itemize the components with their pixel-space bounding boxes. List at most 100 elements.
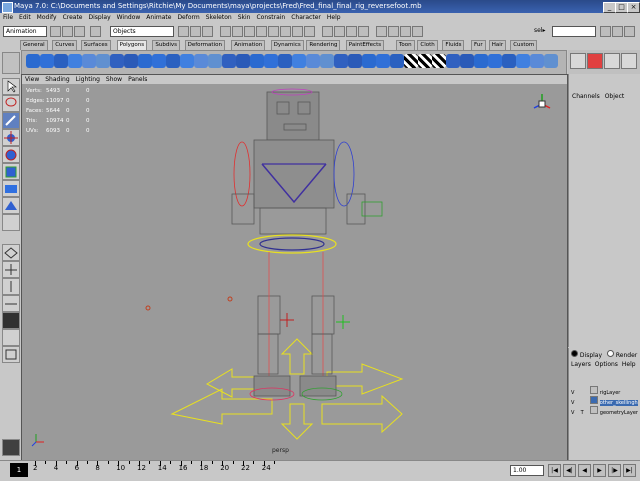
menu-help[interactable]: Help xyxy=(324,13,344,23)
menu-display[interactable]: Display xyxy=(86,13,114,23)
menu-modify[interactable]: Modify xyxy=(34,13,60,23)
select-dynamics-icon[interactable] xyxy=(280,26,291,37)
select-curves-icon[interactable] xyxy=(244,26,255,37)
layer-visibility-toggle[interactable]: V xyxy=(571,409,579,418)
save-scene-icon[interactable] xyxy=(74,26,85,37)
current-time-field[interactable]: 1.00 xyxy=(510,465,544,476)
menu-deform[interactable]: Deform xyxy=(174,13,202,23)
combine-icon[interactable] xyxy=(194,54,208,68)
select-by-type-icon[interactable] xyxy=(220,26,231,37)
poly-soccer-ball-icon[interactable] xyxy=(166,54,180,68)
menu-character[interactable]: Character xyxy=(288,13,324,23)
shelf-tab-dynamics[interactable]: Dynamics xyxy=(270,40,304,50)
extrude-icon[interactable] xyxy=(236,54,250,68)
shelf-tab-fur[interactable]: Fur xyxy=(471,40,486,50)
layer-row[interactable]: V T geometryLayer xyxy=(571,406,640,418)
shelf-tab-toon[interactable]: Toon xyxy=(396,40,415,50)
time-slider[interactable]: 1 2 4 6 8 10 12 14 16 18 20 22 24 1.00 |◀ ◀| ◀ ▶ |▶ ▶| xyxy=(0,460,640,481)
channels-menu[interactable]: Channels xyxy=(569,93,603,100)
snap-curve-icon[interactable] xyxy=(334,26,345,37)
layer-row[interactable]: V rigLayer xyxy=(571,386,640,396)
object-menu[interactable]: Object xyxy=(605,93,625,100)
show-manipulator-icon[interactable] xyxy=(2,197,20,214)
smooth-icon[interactable] xyxy=(222,54,236,68)
select-deformers-icon[interactable] xyxy=(268,26,279,37)
object-mode-icon[interactable] xyxy=(190,26,201,37)
layout-stacked-icon[interactable] xyxy=(2,295,20,312)
layer-color-swatch[interactable] xyxy=(590,386,599,394)
selection-mode-dropdown[interactable]: Objects xyxy=(110,26,174,37)
delete-edge-icon[interactable] xyxy=(362,54,376,68)
chamfer-icon[interactable] xyxy=(320,54,334,68)
poly-cube-icon[interactable] xyxy=(40,54,54,68)
perspective-viewport[interactable]: View Shading Lighting Show Panels Verts: 5493… xyxy=(21,74,568,462)
normals-icon[interactable] xyxy=(474,54,488,68)
poly-platonic-icon[interactable] xyxy=(180,54,194,68)
snap-grid-icon[interactable] xyxy=(322,26,333,37)
step-forward-key-button[interactable]: |▶ xyxy=(608,464,621,477)
rotate-tool-icon[interactable] xyxy=(2,146,20,163)
cut-faces-icon[interactable] xyxy=(516,54,530,68)
scale-tool-icon[interactable] xyxy=(2,163,20,180)
sculpt-icon[interactable] xyxy=(530,54,544,68)
play-forward-button[interactable]: ▶ xyxy=(593,464,606,477)
show-tool-settings-icon[interactable] xyxy=(612,26,623,37)
render-globals-icon[interactable] xyxy=(412,26,423,37)
shelf-tab-surfaces[interactable]: Surfaces xyxy=(80,40,111,50)
select-mode-icon[interactable] xyxy=(90,26,101,37)
select-rendering-icon[interactable] xyxy=(292,26,303,37)
render-radio-icon[interactable] xyxy=(606,350,614,357)
go-to-start-button[interactable]: |◀ xyxy=(548,464,561,477)
menu-create[interactable]: Create xyxy=(60,13,86,23)
uv-map-icon[interactable] xyxy=(376,54,390,68)
auto-map-icon[interactable] xyxy=(432,54,446,68)
layer-row[interactable]: V other_skellingh xyxy=(571,396,640,406)
options-menu[interactable]: Options xyxy=(595,361,618,368)
select-surfaces-icon[interactable] xyxy=(256,26,267,37)
select-tool-icon[interactable] xyxy=(2,78,20,95)
poly-prism-icon[interactable] xyxy=(110,54,124,68)
display-radio-label[interactable]: Display xyxy=(580,352,602,359)
shelf-tab-deformation[interactable]: Deformation xyxy=(184,40,225,50)
layer-color-swatch[interactable] xyxy=(590,406,599,414)
poly-pipe-icon[interactable] xyxy=(138,54,152,68)
shelf-tab-general[interactable]: General xyxy=(20,40,48,50)
history-icon[interactable] xyxy=(376,26,387,37)
open-scene-icon[interactable] xyxy=(62,26,73,37)
viewport-menu-view[interactable]: View xyxy=(22,75,42,84)
layout-outliner-icon[interactable] xyxy=(2,346,20,363)
new-scene-icon[interactable] xyxy=(50,26,61,37)
shelf-tab-rendering[interactable]: Rendering xyxy=(306,40,341,50)
mirror-icon[interactable] xyxy=(544,54,558,68)
layout-hypershade-icon[interactable] xyxy=(2,312,20,329)
layout-four-icon[interactable] xyxy=(604,53,620,69)
reverse-icon[interactable] xyxy=(460,54,474,68)
shelf-tab-polygons[interactable]: Polygons xyxy=(116,40,148,50)
layout-outliner-icon[interactable] xyxy=(621,53,637,69)
show-channel-box-icon[interactable] xyxy=(624,26,635,37)
play-backward-button[interactable]: ◀ xyxy=(578,464,591,477)
shelf-tab-cloth[interactable]: Cloth xyxy=(417,40,438,50)
menu-file[interactable]: File xyxy=(0,13,16,23)
shelf-tab-painteffects[interactable]: PaintEffects xyxy=(345,40,385,50)
poly-plane-icon[interactable] xyxy=(82,54,96,68)
layout-four-panes-icon[interactable] xyxy=(2,261,20,278)
go-to-end-button[interactable]: ▶| xyxy=(623,464,636,477)
menu-edit[interactable]: Edit xyxy=(16,13,34,23)
wedge-icon[interactable] xyxy=(292,54,306,68)
append-icon[interactable] xyxy=(264,54,278,68)
viewport-menu-shading[interactable]: Shading xyxy=(42,75,72,84)
select-joints-icon[interactable] xyxy=(232,26,243,37)
menu-skin[interactable]: Skin xyxy=(235,13,254,23)
render-radio-label[interactable]: Render xyxy=(616,352,637,359)
bridge-icon[interactable] xyxy=(250,54,264,68)
layout-graph-editor-icon[interactable] xyxy=(2,329,20,346)
bevel-icon[interactable] xyxy=(306,54,320,68)
shelf-tab-animation[interactable]: Animation xyxy=(231,40,266,50)
menu-animate[interactable]: Animate xyxy=(143,13,174,23)
poly-torus-icon[interactable] xyxy=(96,54,110,68)
help-menu[interactable]: Help xyxy=(622,361,636,368)
poly-cylinder-icon[interactable] xyxy=(54,54,68,68)
universal-manip-icon[interactable] xyxy=(2,180,20,197)
layers-menu[interactable]: Layers xyxy=(571,361,591,368)
